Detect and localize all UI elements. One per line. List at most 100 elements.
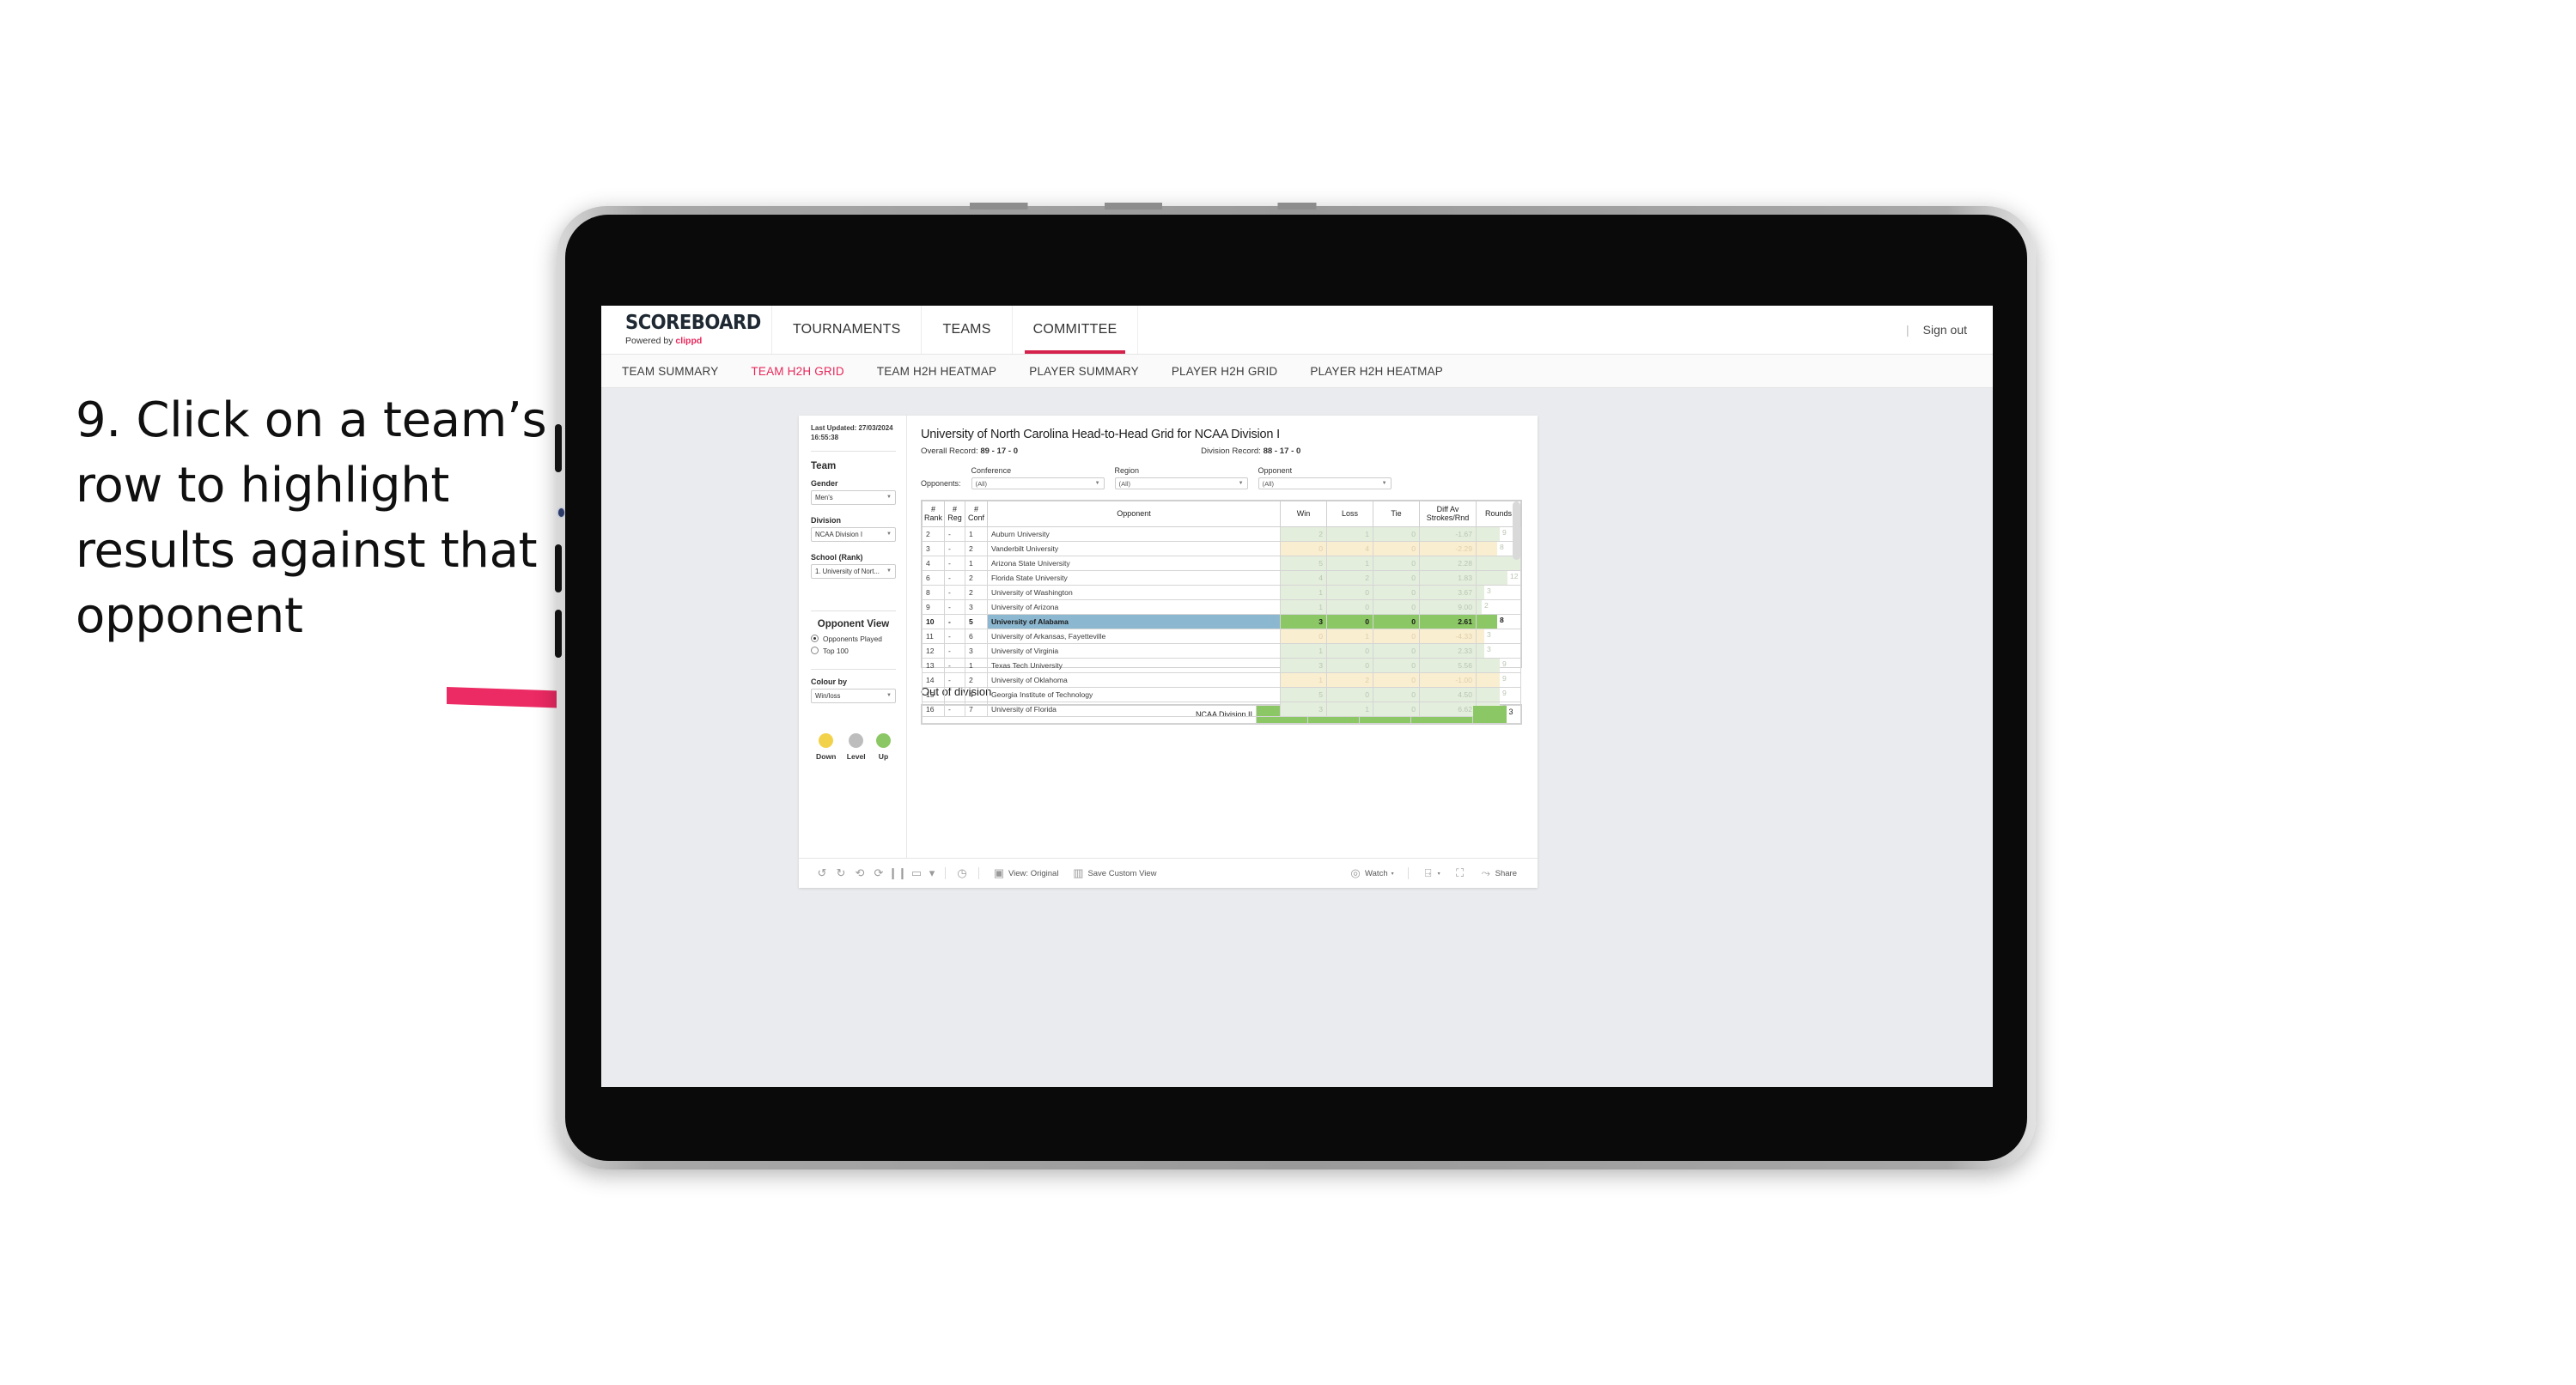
chevron-down-icon: ▼ [1381,481,1387,486]
table-row[interactable]: 8-2 University of Washington 1 0 0 3.67 3 [922,584,1521,600]
dashboard-card: Last Updated: 27/03/2024 16:55:38 Team G… [799,416,1538,888]
cell-opponent: Vanderbilt University [987,540,1281,556]
table-row[interactable]: 11-6 University of Arkansas, Fayetteville… [922,628,1521,644]
clock-icon[interactable]: ◷ [953,866,971,880]
column-header-conf[interactable]: # Conf [965,501,988,527]
chevron-down-icon[interactable]: ▾ [926,866,938,880]
pause-icon[interactable]: ❙❙ [888,866,907,880]
filter-conference-select[interactable]: (All) ▼ [971,477,1105,489]
undo-icon[interactable]: ↺ [813,866,831,880]
column-header-rank[interactable]: # Rank [922,501,945,527]
revert-icon[interactable]: ⟲ [850,866,869,880]
cell-rounds: 9 [1476,686,1521,702]
cell-reg: - [944,657,965,673]
colour-by-value: Win/loss [815,691,841,700]
tab-player-h2h-heatmap[interactable]: PLAYER H2H HEATMAP [1310,365,1443,378]
cell-tie: 0 [1373,540,1420,556]
overall-record-value: 89 - 17 - 0 [980,446,1019,456]
nav-tab-tournaments[interactable]: TOURNAMENTS [772,306,923,354]
watch-button[interactable]: ◎ Watch ▾ [1343,866,1401,880]
tablet-side-button-top[interactable] [555,424,562,472]
top-navigation-bar: SCOREBOARD Powered by clippd TOURNAMENTS… [601,306,1993,355]
gender-select[interactable]: Men’s ▼ [811,489,896,505]
division-select[interactable]: NCAA Division I ▼ [811,526,896,542]
cell-opponent: University of Oklahoma [987,671,1281,688]
sidebar-divider-1 [811,450,896,452]
table-row[interactable]: 15-4 Georgia Institute of Technology 5 0 0 4.… [922,686,1521,702]
radio-opponents-played[interactable]: Opponents Played [811,635,896,643]
table-row[interactable]: 2-1 Auburn University 2 1 0 -1.67 9 [922,525,1521,542]
filter-opponent-label: Opponent [1258,466,1293,475]
column-header-reg[interactable]: # Reg [944,501,965,527]
app-logo[interactable]: SCOREBOARD Powered by clippd [601,306,772,354]
cell-win: 2 [1280,525,1327,542]
tab-player-summary[interactable]: PLAYER SUMMARY [1029,365,1139,378]
h2h-grid-table-container[interactable]: # Rank # Reg # Conf Opponent Win Loss Tie Diff Av S… [921,500,1522,717]
cell-tie: 0 [1373,701,1420,717]
cell-reg: - [944,569,965,586]
table-row[interactable]: 16-7University of Florida3106.629 [922,701,1521,717]
redo-icon[interactable]: ↻ [831,866,850,880]
table-row[interactable]: 10-5 University of Alabama 3 0 0 2.61 8 [922,613,1521,629]
table-row[interactable]: 14-2 University of Oklahoma 1 2 0 -1.00 9 [922,671,1521,688]
share-button[interactable]: ⤳ Share [1473,866,1524,880]
fullscreen-button[interactable]: ⛶ [1447,866,1473,880]
tablet-side-button-mid[interactable] [555,544,562,592]
nav-tab-committee[interactable]: COMMITTEE [1013,306,1139,354]
legend-label-up: Up [878,751,889,761]
rectangle-select-icon[interactable]: ▭ [907,866,926,880]
cell-opponent: University of Florida [987,701,1281,717]
tab-team-h2h-heatmap[interactable]: TEAM H2H HEATMAP [877,365,996,378]
cell-loss: 0 [1326,613,1373,629]
school-value: 1. University of Nort... [815,567,880,575]
column-header-opponent[interactable]: Opponent [987,501,1281,527]
tab-player-h2h-grid[interactable]: PLAYER H2H GRID [1172,365,1278,378]
tab-team-h2h-grid[interactable]: TEAM H2H GRID [751,365,843,378]
table-row[interactable]: 13-1 Texas Tech University 3 0 0 5.56 9 [922,657,1521,673]
download-button[interactable]: ⍈ ▾ [1416,866,1447,880]
gender-value: Men’s [815,493,833,501]
table-row[interactable]: 4-1Arizona State University5102.2817 [922,555,1521,571]
cell-conf: 7 [965,701,988,717]
tablet-side-button-bottom[interactable] [555,610,562,658]
school-label: School (Rank) [811,552,863,562]
filter-opponent: Opponent (All) ▼ [1258,466,1392,489]
school-select[interactable]: 1. University of Nort... ▼ [811,563,896,579]
filter-opponent-select[interactable]: (All) ▼ [1258,477,1392,489]
cell-tie: 0 [1373,642,1420,659]
cell-diff: 1.83 [1419,569,1477,586]
cell-loss: 1 [1326,525,1373,542]
column-header-diff-av-strokes-rnd[interactable]: Diff Av Strokes/Rnd [1419,501,1477,527]
column-header-tie[interactable]: Tie [1373,501,1420,527]
share-label: Share [1495,868,1517,878]
cell-loss: 0 [1326,657,1373,673]
sign-out-link[interactable]: Sign out [1923,323,1967,337]
filter-region-select[interactable]: (All) ▼ [1114,477,1248,489]
sidebar-divider-2 [811,610,896,611]
cell-tie: 0 [1373,584,1420,600]
brand-title: SCOREBOARD [625,312,761,334]
refresh-icon[interactable]: ⟳ [869,866,888,880]
cell-conf: 6 [965,628,988,644]
table-row[interactable]: 3-2 Vanderbilt University 0 4 0 -2.29 8 [922,540,1521,556]
table-row[interactable]: 9-3 University of Arizona 1 0 0 9.00 2 [922,598,1521,615]
tab-team-summary[interactable]: TEAM SUMMARY [622,365,718,378]
cell-win: 1 [1280,642,1327,659]
nav-tab-teams[interactable]: TEAMS [922,306,1013,354]
toolbar-divider-1 [945,867,946,879]
division-value: NCAA Division I [815,530,863,538]
cell-opponent: Georgia Institute of Technology [987,686,1281,702]
column-header-win[interactable]: Win [1280,501,1327,527]
table-row[interactable]: 6-2 Florida State University 4 2 0 1.83 12 [922,569,1521,586]
radio-top-100[interactable]: Top 100 [811,647,896,655]
view-original-button[interactable]: ▣ View: Original [986,866,1065,880]
column-header-loss[interactable]: Loss [1326,501,1373,527]
cell-reg: - [944,613,965,629]
table-vertical-scrollbar[interactable] [1513,501,1520,560]
table-row[interactable]: 12-3 University of Virginia 1 0 0 2.33 3 [922,642,1521,659]
cell-loss: 2 [1326,569,1373,586]
cell-conf: 4 [965,686,988,702]
colour-by-select[interactable]: Win/loss ▼ [811,688,896,703]
save-custom-view-button[interactable]: ▥ Save Custom View [1065,866,1163,880]
cell-loss: 1 [1326,628,1373,644]
